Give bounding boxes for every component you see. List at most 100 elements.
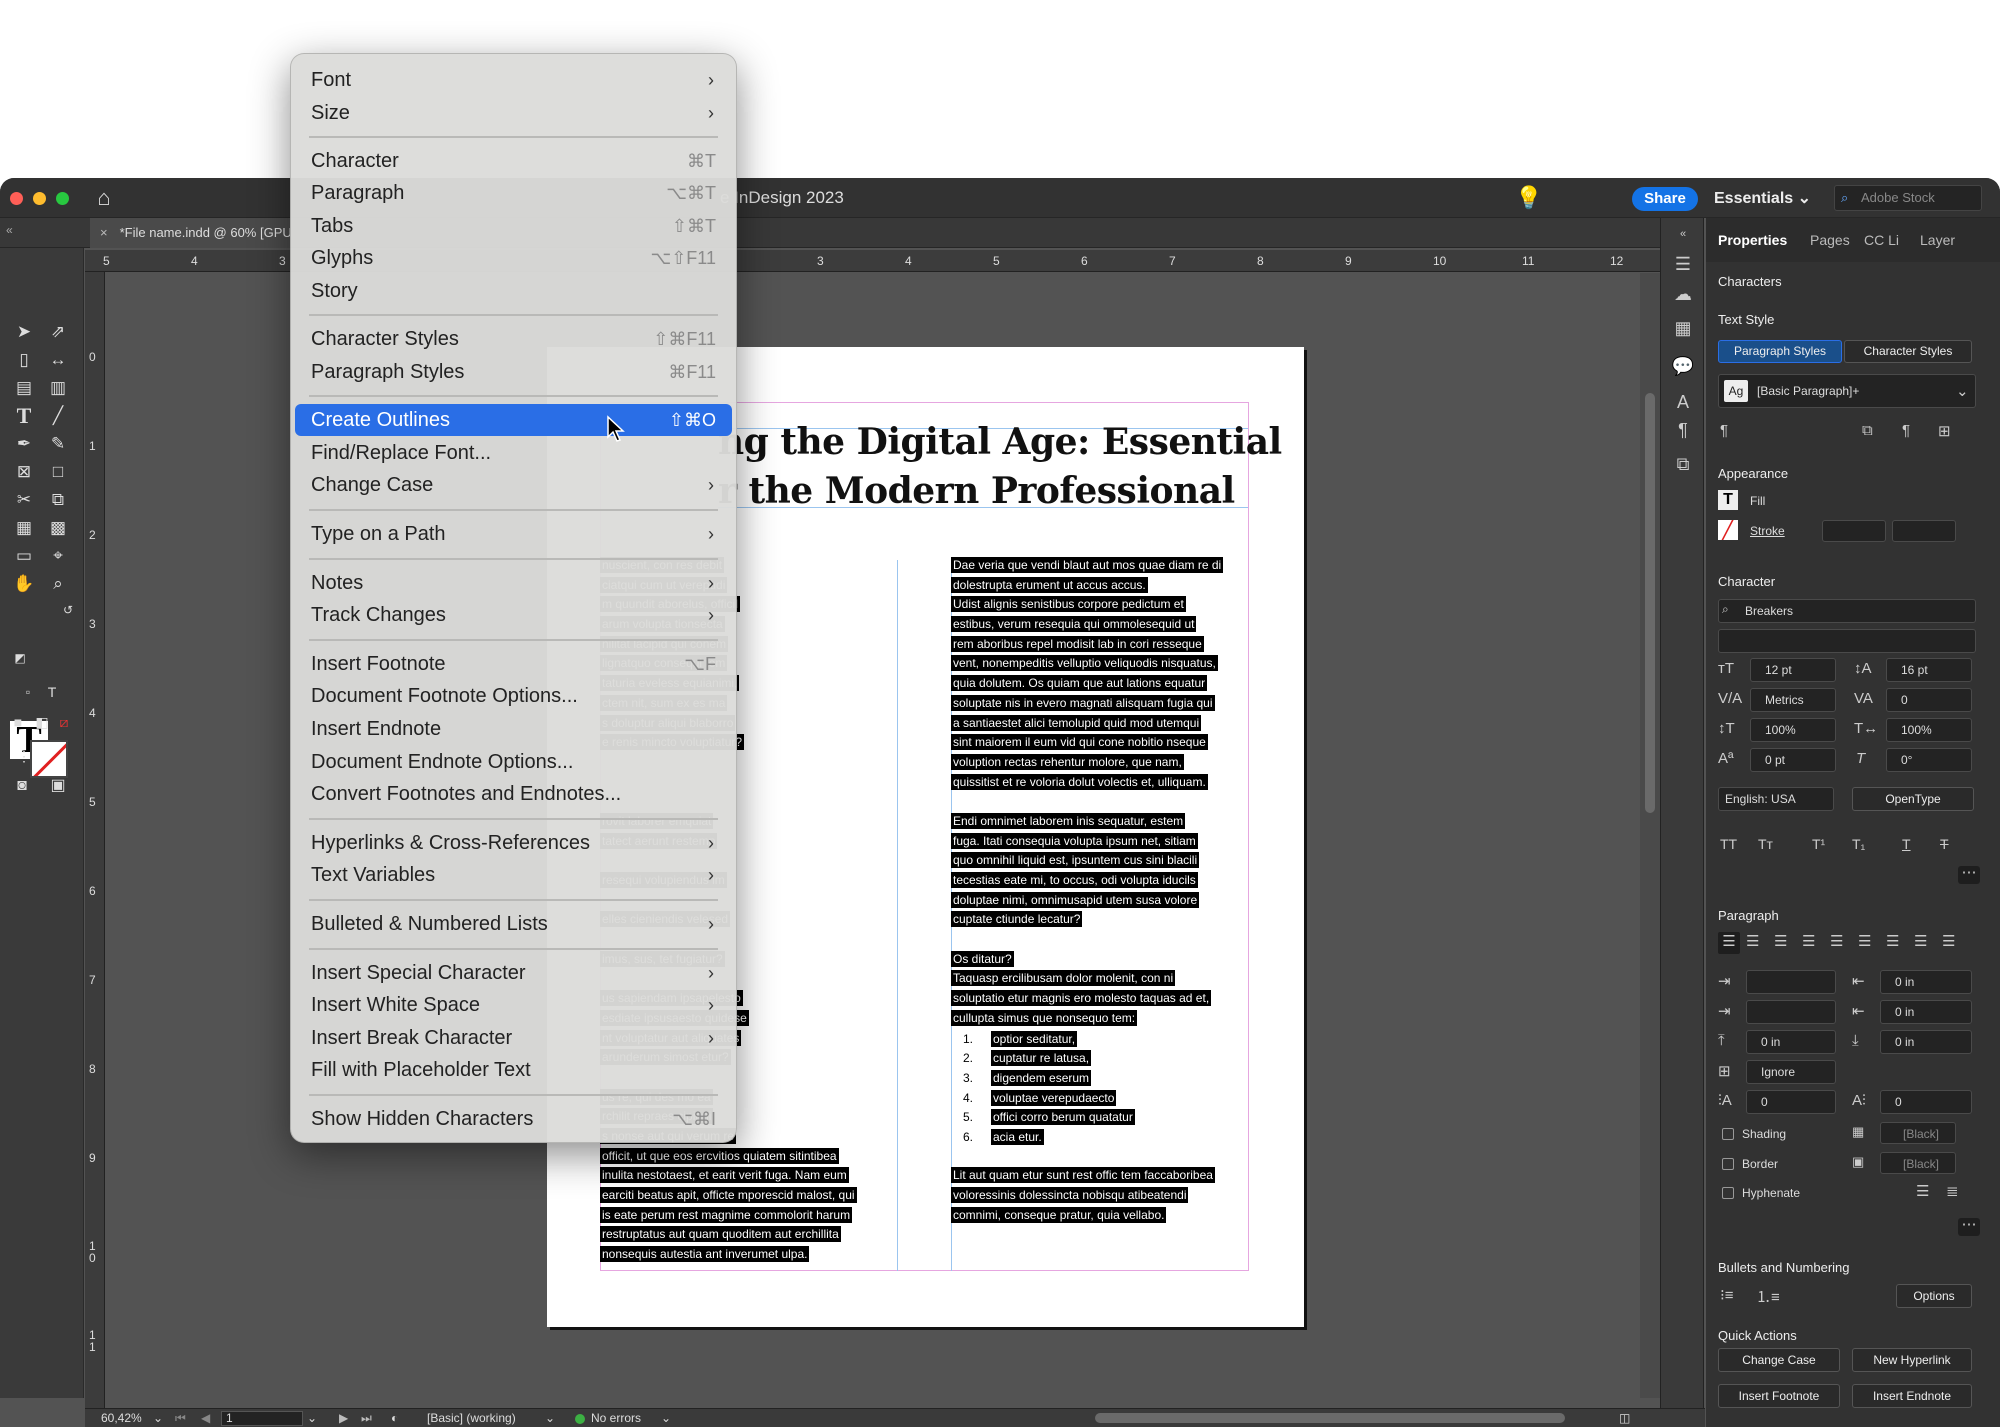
lightbulb-icon[interactable]: 💡 <box>1515 185 1542 211</box>
insert-footnote-button[interactable]: Insert Footnote <box>1718 1384 1840 1408</box>
gradient-feather-tool-icon[interactable]: ▩ <box>46 516 70 540</box>
menu-item-text-variables[interactable]: Text Variables › <box>295 859 732 891</box>
border-swatch-dropdown[interactable]: [Black] <box>1880 1152 1956 1174</box>
close-tab-icon[interactable]: × <box>100 225 108 240</box>
comments-icon[interactable]: 💬 <box>1671 354 1695 378</box>
menu-item-insert-white-space[interactable]: Insert White Space › <box>295 989 732 1021</box>
menu-item-glyphs[interactable]: Glyphs ⌥⇧F11 <box>295 242 732 274</box>
tracking-input[interactable]: 0 <box>1886 688 1972 712</box>
preflight-profile[interactable]: [Basic] (working) <box>427 1409 516 1427</box>
small-caps-icon[interactable]: Tт <box>1758 836 1773 852</box>
chevron-down-icon[interactable]: ⌄ <box>307 1409 317 1427</box>
menu-item-convert-footnotes-and-endnotes[interactable]: Convert Footnotes and Endnotes... <box>295 778 732 810</box>
close-window-button[interactable] <box>10 192 23 205</box>
drop-cap-lines-input[interactable]: 0 <box>1746 1090 1836 1114</box>
split-view-icon[interactable]: ◫ <box>1619 1409 1630 1427</box>
chevron-down-icon[interactable]: ⌄ <box>545 1409 555 1427</box>
menu-item-tabs[interactable]: Tabs ⇧⌘T <box>295 210 732 242</box>
free-transform-tool-icon[interactable]: ⧉ <box>46 488 70 512</box>
more-options-icon[interactable]: ⋯ <box>1958 865 1980 884</box>
menu-item-bulleted-numbered-lists[interactable]: Bulleted & Numbered Lists › <box>295 908 732 940</box>
shading-checkbox[interactable] <box>1722 1128 1734 1140</box>
gpu-icon[interactable]: ⋮ <box>12 744 36 768</box>
vertical-ruler[interactable]: 0 1 2 3 4 5 6 7 8 9 1 0 1 1 <box>85 272 105 1422</box>
collapse-icon[interactable]: « <box>6 223 13 237</box>
chevron-down-icon[interactable]: ⌄ <box>153 1409 163 1427</box>
superscript-icon[interactable]: T¹ <box>1812 836 1825 852</box>
last-line-indent-input[interactable]: 0 in <box>1880 1000 1972 1024</box>
scroll-thumb[interactable] <box>1645 393 1655 813</box>
left-indent-input[interactable] <box>1746 970 1836 994</box>
align-away-spine-icon[interactable]: ☰ <box>1942 932 1955 950</box>
leading-input[interactable]: 16 pt <box>1886 658 1972 682</box>
type-tool-icon[interactable]: T <box>12 404 36 428</box>
paragraph-styles-icon[interactable]: ¶ <box>1671 418 1695 442</box>
layers-icon[interactable]: ▦ <box>1671 316 1695 340</box>
menu-item-show-hidden-characters[interactable]: Show Hidden Characters ⌥⌘I <box>295 1103 732 1135</box>
minimize-window-button[interactable] <box>33 192 46 205</box>
workspace-switcher[interactable]: Essentials ⌄ <box>1714 188 1811 208</box>
stroke-type-dropdown[interactable] <box>1892 520 1956 542</box>
menu-item-insert-endnote[interactable]: Insert Endnote <box>295 713 732 745</box>
menu-item-character-styles[interactable]: Character Styles ⇧⌘F11 <box>295 323 732 355</box>
fill-text-icon[interactable]: T <box>1718 490 1738 510</box>
skew-input[interactable]: 0° <box>1886 748 1972 772</box>
font-style-dropdown[interactable] <box>1718 629 1976 653</box>
document-tab[interactable]: × *File name.indd @ 60% [GPU <box>90 218 290 248</box>
menu-item-notes[interactable]: Notes › <box>295 567 732 599</box>
border-checkbox[interactable] <box>1722 1158 1734 1170</box>
menu-item-create-outlines[interactable]: Create Outlines ⇧⌘O <box>295 404 732 437</box>
cc-libraries-icon[interactable]: ☁ <box>1671 282 1695 306</box>
screen-mode-icon[interactable]: ◙ <box>10 774 34 798</box>
paragraph-styles-toggle[interactable]: Paragraph Styles <box>1718 340 1842 363</box>
insert-endnote-button[interactable]: Insert Endnote <box>1852 1384 1972 1408</box>
stroke-none-swatch-icon[interactable]: ╱ <box>1718 520 1738 540</box>
share-button[interactable]: Share <box>1632 187 1698 211</box>
text-format-icon[interactable]: T <box>40 680 64 704</box>
next-page-icon[interactable]: ▶ <box>339 1409 348 1427</box>
content-placer-icon[interactable]: ▥ <box>46 376 70 400</box>
align-to-grid-dropdown[interactable]: Ignore <box>1746 1060 1836 1084</box>
border-settings-icon[interactable]: ▣ <box>1852 1154 1864 1170</box>
error-count[interactable]: No errors <box>591 1409 641 1427</box>
single-line-composer-icon[interactable]: ☰ <box>1916 1182 1929 1200</box>
new-style-icon[interactable]: ⧉ <box>1862 422 1873 439</box>
paragraph-style-dropdown[interactable]: [Basic Paragraph]+ <box>1718 374 1976 408</box>
drop-cap-chars-input[interactable]: 0 <box>1880 1090 1972 1114</box>
page-number-input[interactable]: 1 <box>221 1411 303 1426</box>
align-towards-spine-icon[interactable]: ☰ <box>1914 932 1927 950</box>
right-text-column[interactable]: Dae veria que vendi blaut aut mos quae d… <box>951 556 1251 1225</box>
font-family-dropdown[interactable]: Breakers <box>1718 599 1976 623</box>
character-styles-icon[interactable]: A <box>1671 390 1695 414</box>
horizontal-scale-input[interactable]: 100% <box>1886 718 1972 742</box>
add-style-icon[interactable]: ⊞ <box>1938 422 1951 440</box>
links-icon[interactable]: ⧉ <box>1671 452 1695 476</box>
bulleted-list-icon[interactable]: ⁝≡ <box>1720 1286 1734 1304</box>
preflight-profile-icon[interactable]: ◐ <box>391 1409 398 1427</box>
menu-item-track-changes[interactable]: Track Changes › <box>295 599 732 631</box>
subscript-icon[interactable]: T₁ <box>1852 836 1865 852</box>
justify-right-icon[interactable]: ☰ <box>1858 932 1871 950</box>
apply-gradient-icon[interactable]: ◧ <box>30 710 54 734</box>
tab-layers[interactable]: Layer <box>1920 232 1955 248</box>
menu-item-insert-special-character[interactable]: Insert Special Character › <box>295 957 732 989</box>
adobe-stock-search[interactable]: ⌕ Adobe Stock <box>1834 185 1982 211</box>
rectangle-tool-icon[interactable]: □ <box>46 460 70 484</box>
align-right-icon[interactable]: ☰ <box>1774 932 1787 950</box>
chevron-down-icon[interactable]: ⌄ <box>661 1409 671 1427</box>
menu-item-hyperlinks-cross-references[interactable]: Hyperlinks & Cross-References › <box>295 827 732 859</box>
gap-tool-icon[interactable]: ↔ <box>46 348 70 372</box>
menu-item-paragraph[interactable]: Paragraph ⌥⌘T <box>295 177 732 209</box>
first-page-icon[interactable]: ⏮ <box>175 1409 186 1427</box>
rectangle-frame-tool-icon[interactable]: ⊠ <box>12 460 36 484</box>
shading-swatch-dropdown[interactable]: [Black] <box>1880 1122 1956 1144</box>
first-line-indent-input[interactable] <box>1746 1000 1836 1024</box>
menu-item-fill-with-placeholder-text[interactable]: Fill with Placeholder Text <box>295 1054 732 1086</box>
stroke-weight-input[interactable] <box>1822 520 1886 542</box>
more-options-icon[interactable]: ⋯ <box>1958 1217 1980 1236</box>
change-case-button[interactable]: Change Case <box>1718 1348 1840 1372</box>
font-size-input[interactable]: 12 pt <box>1750 658 1836 682</box>
vertical-scrollbar[interactable] <box>1640 273 1660 1398</box>
all-caps-icon[interactable]: TT <box>1720 836 1737 852</box>
expand-panels-icon[interactable]: « <box>1671 222 1695 246</box>
